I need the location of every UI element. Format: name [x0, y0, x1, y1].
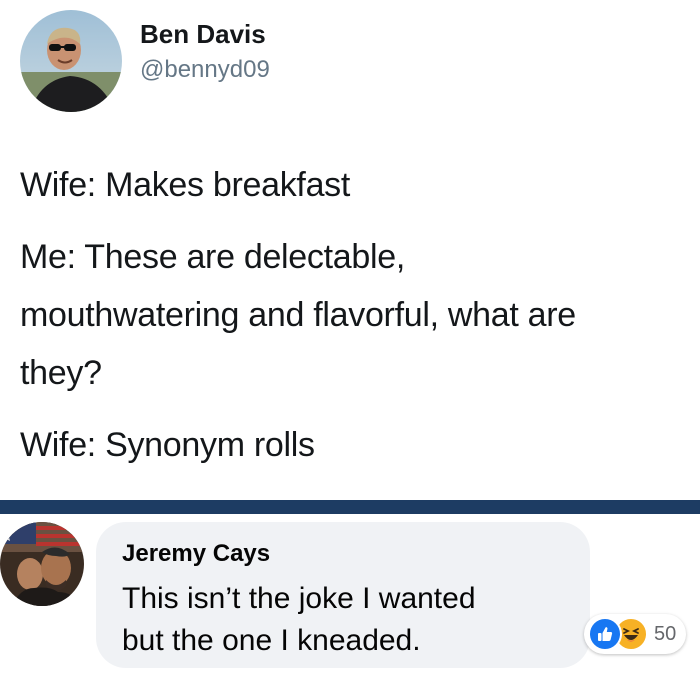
commenter-avatar[interactable]: [0, 522, 84, 606]
reaction-count: 50: [654, 622, 677, 645]
tweet-line: Wife: Synonym rolls: [20, 426, 315, 464]
tweet-author-handle[interactable]: @bennyd09: [140, 56, 270, 84]
tweet-line: mouthwatering and flavorful, what are: [20, 296, 576, 334]
comment-line: This isn’t the joke I wanted: [122, 582, 476, 615]
tweet-text: Wife: Makes breakfast Me: These are dele…: [20, 156, 690, 474]
section-divider: [0, 500, 700, 514]
comment-text: This isn’t the joke I wanted but the one…: [122, 578, 582, 662]
tweet-line: Me: These are delectable,: [20, 238, 405, 276]
reaction-summary[interactable]: 50: [584, 614, 687, 654]
tweet-author-avatar[interactable]: [20, 10, 122, 112]
tweet-author-name[interactable]: Ben Davis: [140, 19, 266, 50]
like-icon: [588, 617, 622, 651]
comment-bubble: Jeremy Cays This isn’t the joke I wanted…: [96, 522, 590, 668]
comment-line: but the one I kneaded.: [122, 624, 421, 657]
tweet-line: Wife: Makes breakfast: [20, 166, 351, 204]
tweet-line: they?: [20, 354, 102, 392]
tweet-card: Ben Davis @bennyd09 Wife: Makes breakfas…: [0, 0, 700, 500]
commenter-name[interactable]: Jeremy Cays: [122, 540, 270, 568]
